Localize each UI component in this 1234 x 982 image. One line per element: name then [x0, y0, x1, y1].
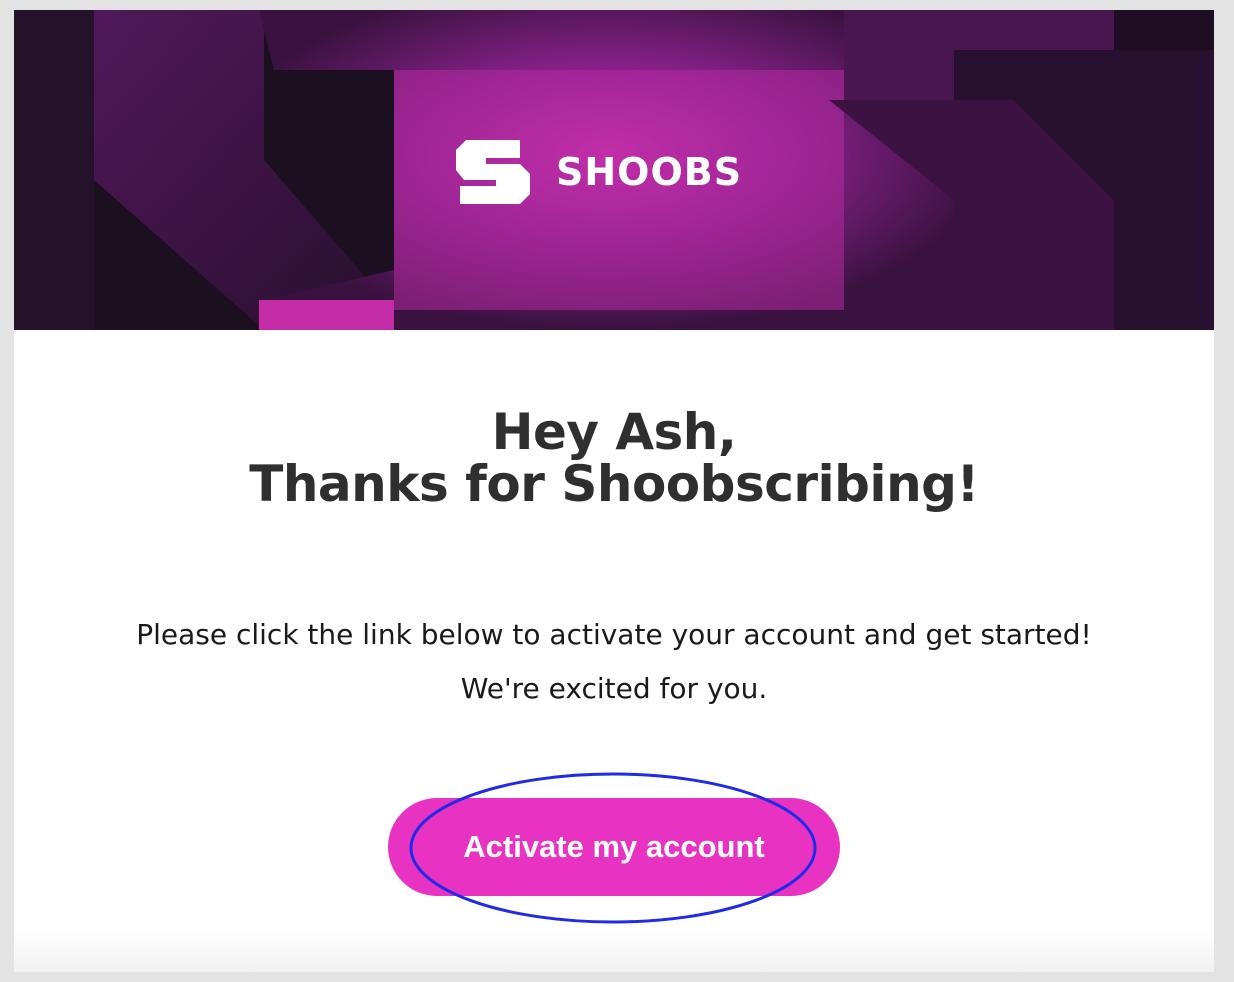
greeting-text: Hey Ash, [491, 403, 737, 461]
bottom-fade [14, 930, 1214, 972]
email-frame: SHOOBS Hey Ash, Thanks for Shoobscribing… [14, 10, 1214, 972]
body-line-1: Please click the link below to activate … [136, 618, 1092, 651]
brand-name: SHOOBS [556, 150, 743, 194]
headline-text: Thanks for Shoobscribing! [249, 455, 979, 513]
brand-lockup: SHOOBS [456, 140, 742, 204]
activate-account-button[interactable]: Activate my account [388, 798, 840, 896]
headline: Hey Ash, Thanks for Shoobscribing! [14, 406, 1214, 510]
hero-banner: SHOOBS [14, 10, 1214, 330]
shoobs-s-logo-icon [456, 140, 530, 204]
body-copy: Please click the link below to activate … [14, 608, 1214, 716]
body-line-2: We're excited for you. [460, 672, 768, 705]
